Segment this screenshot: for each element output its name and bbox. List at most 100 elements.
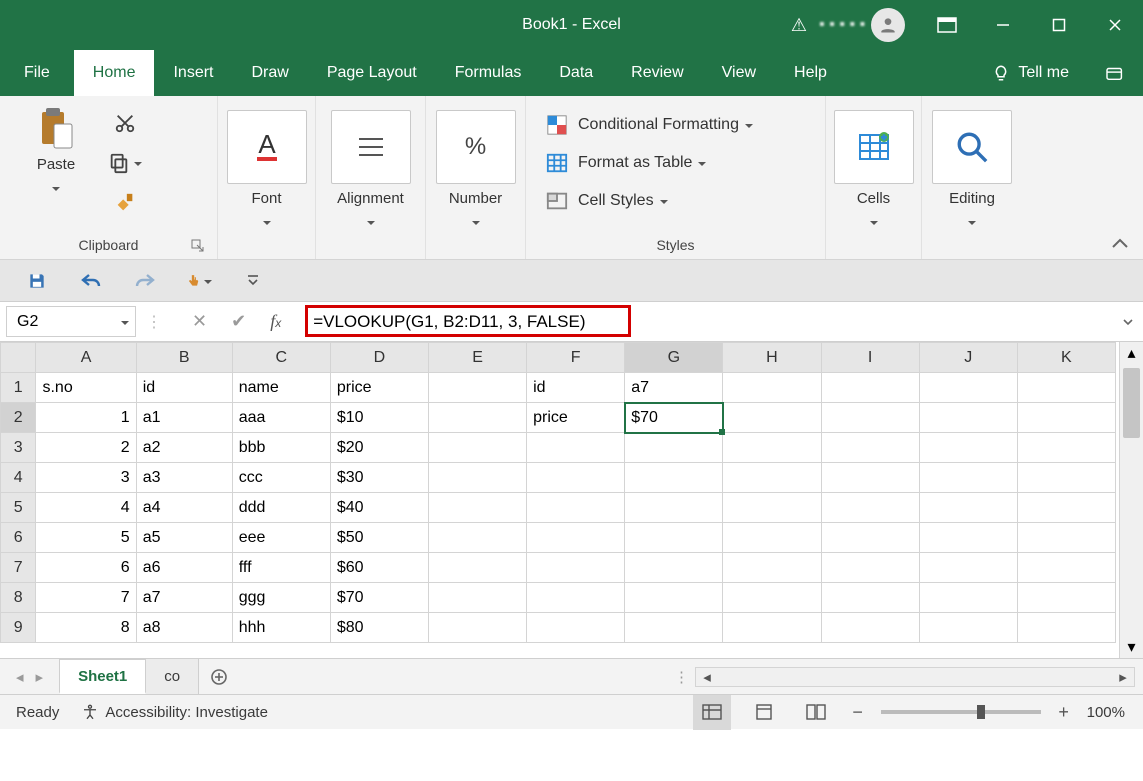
sheet-tab-co[interactable]: co xyxy=(146,659,199,694)
sheet-nav-next[interactable]: ▸ xyxy=(36,668,44,686)
cell-B1[interactable]: id xyxy=(136,373,232,403)
name-box-dropdown-icon[interactable] xyxy=(121,313,129,331)
cell-H8[interactable] xyxy=(723,583,821,613)
redo-button[interactable] xyxy=(132,268,158,294)
cell-B6[interactable]: a5 xyxy=(136,523,232,553)
cell-I1[interactable] xyxy=(821,373,919,403)
cell-J1[interactable] xyxy=(919,373,1017,403)
sheet-tab-sheet1[interactable]: Sheet1 xyxy=(59,659,146,694)
tab-file[interactable]: File xyxy=(0,50,74,96)
row-header-3[interactable]: 3 xyxy=(1,433,36,463)
cell-I8[interactable] xyxy=(821,583,919,613)
cell-G8[interactable] xyxy=(625,583,723,613)
tab-split-handle[interactable]: ⋮ xyxy=(674,668,689,686)
cell-J6[interactable] xyxy=(919,523,1017,553)
cell-E6[interactable] xyxy=(429,523,527,553)
cell-E8[interactable] xyxy=(429,583,527,613)
tell-me-search[interactable]: Tell me xyxy=(972,50,1089,96)
cell-J3[interactable] xyxy=(919,433,1017,463)
conditional-formatting-button[interactable]: Conditional Formatting xyxy=(546,114,753,136)
col-header-H[interactable]: H xyxy=(723,343,821,373)
cell-G6[interactable] xyxy=(625,523,723,553)
spreadsheet-grid[interactable]: A B C D E F G H I J K 1s.noidnamepriceid… xyxy=(0,342,1116,643)
cell-B8[interactable]: a7 xyxy=(136,583,232,613)
page-layout-view-button[interactable] xyxy=(745,695,783,730)
cell-D7[interactable]: $60 xyxy=(330,553,428,583)
touch-mode-button[interactable] xyxy=(186,268,212,294)
cell-F7[interactable] xyxy=(527,553,625,583)
cell-A4[interactable]: 3 xyxy=(36,463,136,493)
name-box[interactable]: G2 xyxy=(6,306,136,337)
scroll-up-icon[interactable]: ▴ xyxy=(1120,342,1143,364)
cell-D3[interactable]: $20 xyxy=(330,433,428,463)
cell-A5[interactable]: 4 xyxy=(36,493,136,523)
tab-home[interactable]: Home xyxy=(74,50,155,96)
cell-I7[interactable] xyxy=(821,553,919,583)
tab-view[interactable]: View xyxy=(703,50,775,96)
row-header-5[interactable]: 5 xyxy=(1,493,36,523)
paste-dropdown-icon[interactable] xyxy=(52,179,60,196)
row-header-2[interactable]: 2 xyxy=(1,403,36,433)
col-header-F[interactable]: F xyxy=(527,343,625,373)
undo-button[interactable] xyxy=(78,268,104,294)
col-header-G[interactable]: G xyxy=(625,343,723,373)
new-sheet-button[interactable] xyxy=(199,659,239,694)
cell-B4[interactable]: a3 xyxy=(136,463,232,493)
insert-function-button[interactable]: fx xyxy=(270,311,281,332)
cell-C3[interactable]: bbb xyxy=(232,433,330,463)
col-header-B[interactable]: B xyxy=(136,343,232,373)
cell-J4[interactable] xyxy=(919,463,1017,493)
row-header-8[interactable]: 8 xyxy=(1,583,36,613)
expand-formula-bar-button[interactable] xyxy=(1113,302,1143,341)
cut-button[interactable] xyxy=(108,108,142,138)
row-header-1[interactable]: 1 xyxy=(1,373,36,403)
collapse-ribbon-icon[interactable] xyxy=(1111,237,1129,249)
cell-J7[interactable] xyxy=(919,553,1017,583)
page-break-view-button[interactable] xyxy=(797,695,835,730)
row-header-7[interactable]: 7 xyxy=(1,553,36,583)
vertical-scrollbar[interactable]: ▴ ▾ xyxy=(1119,342,1143,658)
share-button[interactable] xyxy=(1089,50,1143,96)
cell-J8[interactable] xyxy=(919,583,1017,613)
cell-H6[interactable] xyxy=(723,523,821,553)
cancel-formula-button[interactable]: ✕ xyxy=(192,311,207,332)
zoom-in-button[interactable]: + xyxy=(1055,702,1073,723)
cell-K1[interactable] xyxy=(1017,373,1115,403)
accessibility-status[interactable]: Accessibility: Investigate xyxy=(81,703,268,721)
cell-G2[interactable]: $70 xyxy=(625,403,723,433)
cell-E4[interactable] xyxy=(429,463,527,493)
col-header-C[interactable]: C xyxy=(232,343,330,373)
cell-A6[interactable]: 5 xyxy=(36,523,136,553)
cell-K2[interactable] xyxy=(1017,403,1115,433)
cell-G3[interactable] xyxy=(625,433,723,463)
maximize-button[interactable] xyxy=(1031,0,1087,50)
cell-K7[interactable] xyxy=(1017,553,1115,583)
format-painter-button[interactable] xyxy=(108,188,142,218)
cell-I9[interactable] xyxy=(821,613,919,643)
cell-B7[interactable]: a6 xyxy=(136,553,232,583)
cell-E9[interactable] xyxy=(429,613,527,643)
cell-C5[interactable]: ddd xyxy=(232,493,330,523)
col-header-D[interactable]: D xyxy=(330,343,428,373)
cell-F3[interactable] xyxy=(527,433,625,463)
cell-F2[interactable]: price xyxy=(527,403,625,433)
cell-K6[interactable] xyxy=(1017,523,1115,553)
cell-C1[interactable]: name xyxy=(232,373,330,403)
minimize-button[interactable] xyxy=(975,0,1031,50)
horizontal-scrollbar[interactable]: ◂ ▸ xyxy=(695,667,1135,687)
cell-A8[interactable]: 7 xyxy=(36,583,136,613)
zoom-slider[interactable] xyxy=(881,710,1041,714)
cell-G1[interactable]: a7 xyxy=(625,373,723,403)
cell-H5[interactable] xyxy=(723,493,821,523)
cell-D6[interactable]: $50 xyxy=(330,523,428,553)
cell-C8[interactable]: ggg xyxy=(232,583,330,613)
cell-D9[interactable]: $80 xyxy=(330,613,428,643)
cell-B2[interactable]: a1 xyxy=(136,403,232,433)
enter-formula-button[interactable]: ✔ xyxy=(231,311,246,332)
cell-styles-button[interactable]: Cell Styles xyxy=(546,190,753,212)
cell-B9[interactable]: a8 xyxy=(136,613,232,643)
scroll-left-icon[interactable]: ◂ xyxy=(696,668,718,686)
col-header-K[interactable]: K xyxy=(1017,343,1115,373)
number-group-button[interactable]: % Number xyxy=(441,102,511,230)
scroll-right-icon[interactable]: ▸ xyxy=(1112,668,1134,686)
